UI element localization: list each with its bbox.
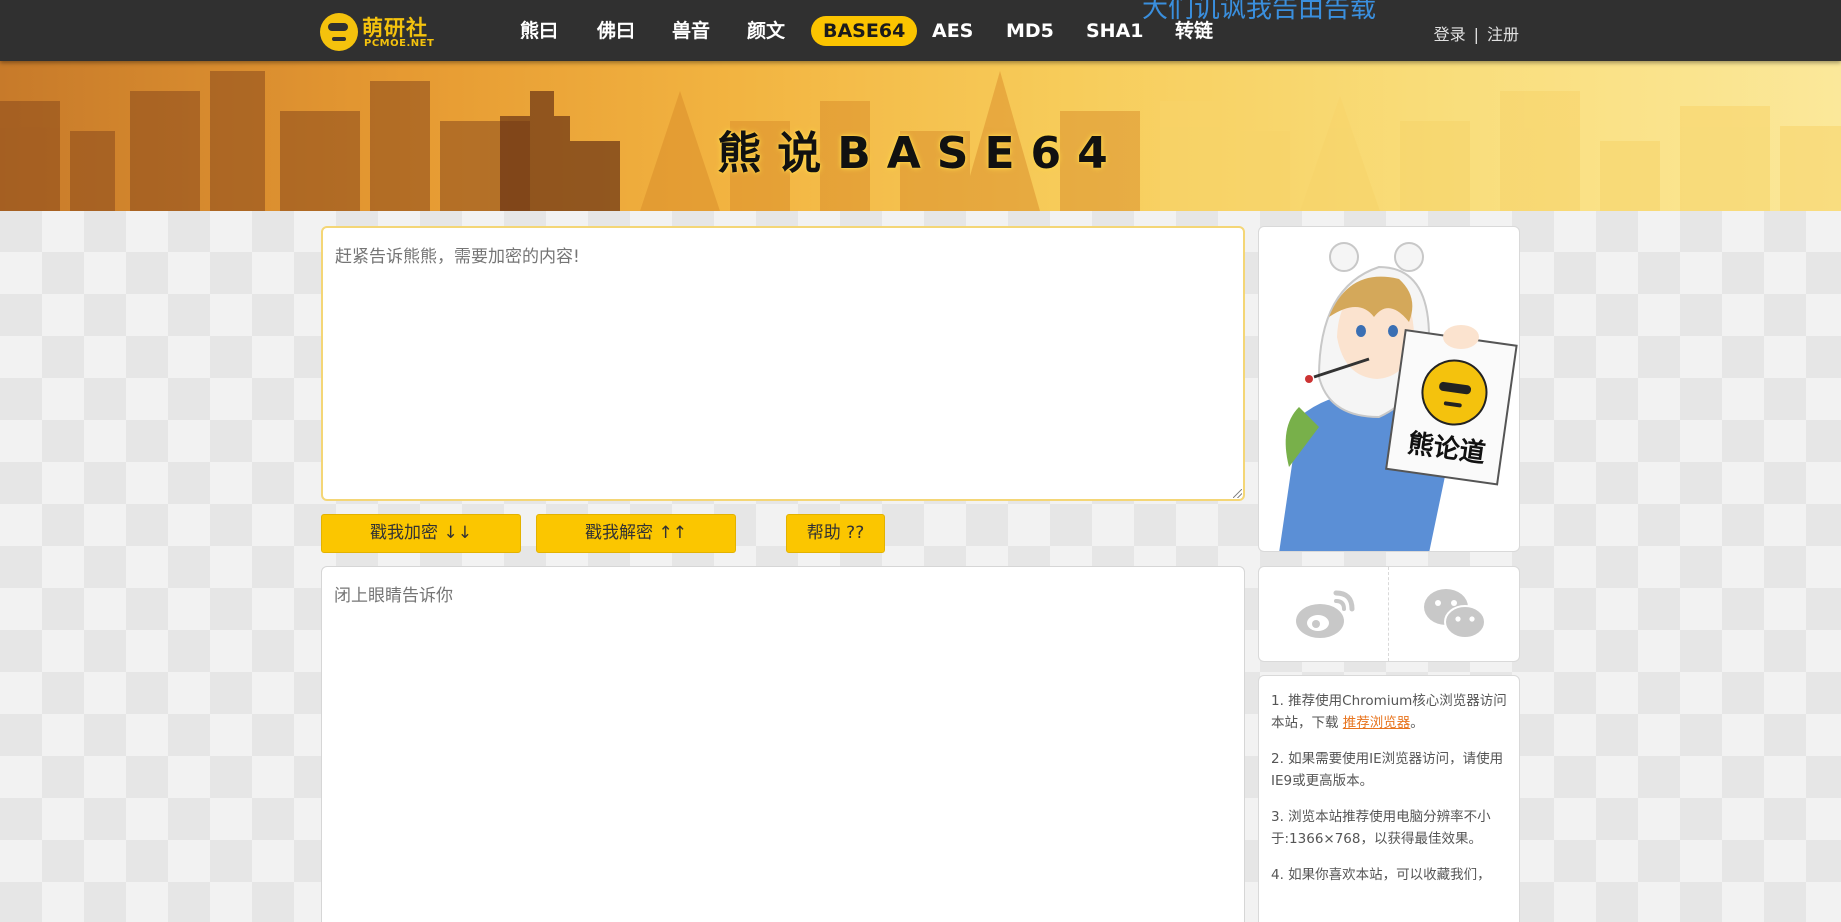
decrypt-button[interactable]: 戳我解密 ↑↑ xyxy=(536,514,736,553)
logo-subtext: PCMOE.NET xyxy=(364,38,435,49)
mascot-illustration: 熊论道 xyxy=(1279,242,1518,551)
nav-item-yanwen[interactable]: 颜文 xyxy=(747,16,785,46)
scrolling-notice: 大们讥讽我告由告载 xyxy=(1142,0,1377,24)
nav-item-md5[interactable]: MD5 xyxy=(1006,16,1054,46)
share-wechat-button[interactable] xyxy=(1389,567,1519,661)
mascot-card: 熊论道 xyxy=(1258,226,1520,552)
tip-item: 3. 浏览本站推荐使用电脑分辨率不小于:1366×768，以获得最佳效果。 xyxy=(1271,809,1491,847)
nav-item-shouyin[interactable]: 兽音 xyxy=(672,16,710,46)
encrypt-button[interactable]: 戳我加密 ↓↓ xyxy=(321,514,521,553)
weibo-icon xyxy=(1295,590,1354,638)
nav-item-sha1[interactable]: SHA1 xyxy=(1086,16,1144,46)
nav-item-foyue[interactable]: 佛曰 xyxy=(597,16,635,46)
nav-item-base64[interactable]: BASE64 xyxy=(811,16,918,46)
share-card xyxy=(1258,566,1520,662)
tip-item: 1. 推荐使用Chromium核心浏览器访问本站，下载 推荐浏览器。 xyxy=(1271,693,1507,731)
bear-logo-icon xyxy=(320,13,358,51)
nav-item-aes[interactable]: AES xyxy=(932,16,973,46)
login-link[interactable]: 登录 xyxy=(1434,25,1466,44)
tip-item: 2. 如果需要使用IE浏览器访问，请使用IE9或更高版本。 xyxy=(1271,751,1504,789)
header-banner: 熊说BASE64 xyxy=(0,61,1841,211)
plaintext-input[interactable] xyxy=(321,226,1245,501)
auth-links: 登录 | 注册 xyxy=(1434,21,1519,45)
recommended-browser-link[interactable]: 推荐浏览器 xyxy=(1343,715,1411,731)
share-weibo-button[interactable] xyxy=(1259,567,1389,661)
banner-title: 熊说BASE64 xyxy=(717,128,1124,179)
auth-separator: | xyxy=(1473,25,1479,44)
site-logo[interactable]: 萌研社 PCMOE.NET xyxy=(320,10,450,52)
tip-item: 4. 如果你喜欢本站，可以收藏我们， xyxy=(1271,867,1491,883)
ciphertext-output[interactable] xyxy=(321,566,1245,922)
textarea-resize-handle[interactable] xyxy=(1233,489,1242,498)
wechat-icon xyxy=(1424,589,1486,639)
tips-card: 1. 推荐使用Chromium核心浏览器访问本站，下载 推荐浏览器。 2. 如果… xyxy=(1258,675,1520,922)
register-link[interactable]: 注册 xyxy=(1487,25,1519,44)
top-navbar: 萌研社 PCMOE.NET 熊曰 佛曰 兽音 颜文 BASE64 AES MD5… xyxy=(0,0,1841,61)
nav-item-xiongyue[interactable]: 熊曰 xyxy=(520,16,558,46)
help-button[interactable]: 帮助 ?? xyxy=(786,514,885,553)
